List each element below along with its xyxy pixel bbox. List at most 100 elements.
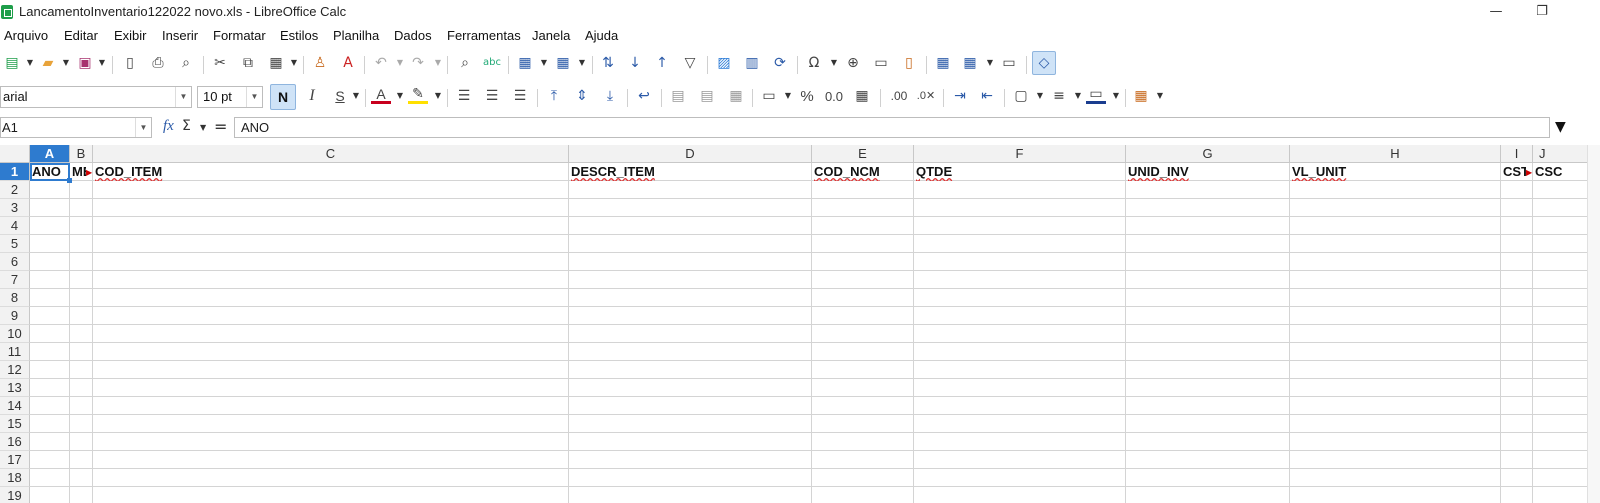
- align-top-icon[interactable]: ⤒: [544, 86, 564, 106]
- borders-dropdown-arrow[interactable]: ▼: [1036, 90, 1044, 102]
- image-icon[interactable]: ▨: [714, 53, 734, 73]
- column-header-c[interactable]: C: [93, 145, 569, 163]
- underline-dropdown-arrow[interactable]: ▼: [352, 90, 360, 102]
- redo-icon[interactable]: ↷: [408, 53, 428, 73]
- row-header-14[interactable]: 14: [0, 397, 30, 415]
- column-header-g[interactable]: G: [1126, 145, 1290, 163]
- cell-f1[interactable]: QTDE: [914, 163, 1126, 181]
- menu-ferramentas[interactable]: Ferramentas: [447, 28, 521, 43]
- minimize-button[interactable]: —: [1476, 2, 1516, 22]
- conditional-format-dropdown-arrow[interactable]: ▼: [1156, 90, 1164, 102]
- autofilter-icon[interactable]: ▽: [680, 53, 700, 73]
- menu-formatar[interactable]: Formatar: [213, 28, 266, 43]
- menu-estilos[interactable]: Estilos: [280, 28, 318, 43]
- border-style-dropdown-arrow[interactable]: ▼: [1074, 90, 1082, 102]
- special-character-dropdown-arrow[interactable]: ▼: [830, 57, 838, 69]
- row-header-7[interactable]: 7: [0, 271, 30, 289]
- row-header-6[interactable]: 6: [0, 253, 30, 271]
- cut-icon[interactable]: ✂: [210, 53, 230, 73]
- cell-e1[interactable]: COD_NCM: [812, 163, 914, 181]
- column-dropdown-arrow[interactable]: ▼: [578, 57, 586, 69]
- save-dropdown-arrow[interactable]: ▼: [98, 57, 106, 69]
- date-format-icon[interactable]: ▦: [852, 86, 872, 106]
- font-color-button[interactable]: A: [371, 86, 391, 104]
- row-header-4[interactable]: 4: [0, 217, 30, 235]
- print-preview-icon[interactable]: ⌕: [176, 53, 196, 73]
- spelling-icon[interactable]: abc: [482, 53, 502, 73]
- row-header-18[interactable]: 18: [0, 469, 30, 487]
- open-dropdown-arrow[interactable]: ▼: [62, 57, 70, 69]
- function-wizard-icon[interactable]: fx: [163, 118, 174, 135]
- add-decimal-button[interactable]: .00: [887, 86, 911, 106]
- menu-ajuda[interactable]: Ajuda: [585, 28, 618, 43]
- font-size-box[interactable]: 10 pt ▼: [197, 86, 263, 108]
- row-header-11[interactable]: 11: [0, 343, 30, 361]
- name-box[interactable]: A1 ▼: [0, 117, 152, 138]
- conditional-format-icon[interactable]: ▦: [1131, 86, 1151, 106]
- split-window-icon[interactable]: ▦: [960, 53, 980, 73]
- row-header-17[interactable]: 17: [0, 451, 30, 469]
- print-icon[interactable]: ⎙: [148, 53, 168, 73]
- center-vertically-icon[interactable]: ⇕: [572, 86, 592, 106]
- paste-icon[interactable]: ▦: [266, 53, 286, 73]
- merge-cells-icon[interactable]: ▤: [697, 86, 717, 106]
- column-header-b[interactable]: B: [70, 145, 93, 163]
- highlight-dropdown-arrow[interactable]: ▼: [434, 90, 442, 102]
- decrease-indent-icon[interactable]: ⇤: [977, 86, 997, 106]
- chevron-down-icon[interactable]: ▼: [135, 118, 151, 137]
- column-header-h[interactable]: H: [1290, 145, 1501, 163]
- menu-dados[interactable]: Dados: [394, 28, 432, 43]
- hyperlink-icon[interactable]: ⊕: [843, 53, 863, 73]
- menu-janela[interactable]: Janela: [532, 28, 570, 43]
- clone-formatting-icon[interactable]: ♙: [310, 53, 330, 73]
- row-header-13[interactable]: 13: [0, 379, 30, 397]
- expand-formula-bar-icon[interactable]: ▼: [1555, 119, 1566, 135]
- border-color-icon[interactable]: ▭: [1086, 86, 1106, 104]
- redo-dropdown-arrow[interactable]: ▼: [434, 57, 442, 69]
- row-header-5[interactable]: 5: [0, 235, 30, 253]
- new-dropdown-arrow[interactable]: ▼: [26, 57, 34, 69]
- row-icon[interactable]: ▦: [515, 53, 535, 73]
- cell-d1[interactable]: DESCR_ITEM: [569, 163, 812, 181]
- special-character-icon[interactable]: Ω: [804, 53, 824, 73]
- cell-j1[interactable]: CSC: [1533, 163, 1587, 181]
- column-header-d[interactable]: D: [569, 145, 812, 163]
- column-icon[interactable]: ▦: [553, 53, 573, 73]
- chevron-down-icon[interactable]: ▼: [175, 87, 191, 107]
- undo-dropdown-arrow[interactable]: ▼: [396, 57, 404, 69]
- formula-input[interactable]: ANO: [234, 117, 1550, 138]
- sum-icon[interactable]: Σ: [182, 118, 191, 134]
- column-header-a[interactable]: A: [30, 145, 70, 163]
- chart-icon[interactable]: ▥: [742, 53, 762, 73]
- row-header-12[interactable]: 12: [0, 361, 30, 379]
- percent-format-button[interactable]: %: [797, 86, 817, 106]
- headers-footers-icon[interactable]: ▯: [899, 53, 919, 73]
- merge-center-icon[interactable]: ▤: [668, 86, 688, 106]
- align-center-icon[interactable]: ☰: [482, 86, 502, 106]
- cell-b1[interactable]: ME: [70, 163, 86, 181]
- freeze-icon[interactable]: ▦: [933, 53, 953, 73]
- align-right-icon[interactable]: ☰: [510, 86, 530, 106]
- font-color-dropdown-arrow[interactable]: ▼: [396, 90, 404, 102]
- comment-icon[interactable]: ▭: [871, 53, 891, 73]
- align-bottom-icon[interactable]: ⤓: [600, 86, 620, 106]
- find-replace-icon[interactable]: ⌕: [455, 53, 475, 73]
- paste-dropdown-arrow[interactable]: ▼: [290, 57, 298, 69]
- row-dropdown-arrow[interactable]: ▼: [540, 57, 548, 69]
- sort-icon[interactable]: ⇅: [598, 53, 618, 73]
- highlight-icon[interactable]: ✎: [408, 86, 428, 104]
- row-header-2[interactable]: 2: [0, 181, 30, 199]
- unmerge-cells-icon[interactable]: ▦: [726, 86, 746, 106]
- row-header-15[interactable]: 15: [0, 415, 30, 433]
- menu-planilha[interactable]: Planilha: [333, 28, 379, 43]
- sort-ascending-icon[interactable]: ↓: [625, 53, 645, 73]
- row-header-19[interactable]: 19: [0, 487, 30, 503]
- italic-button[interactable]: I: [302, 86, 322, 106]
- row-header-10[interactable]: 10: [0, 325, 30, 343]
- headers-icon[interactable]: ▭: [999, 53, 1019, 73]
- wrap-text-icon[interactable]: ↩: [634, 86, 654, 106]
- currency-dropdown-arrow[interactable]: ▼: [784, 90, 792, 102]
- row-header-16[interactable]: 16: [0, 433, 30, 451]
- currency-format-icon[interactable]: ▭: [759, 86, 779, 106]
- border-style-icon[interactable]: ≡: [1049, 86, 1069, 106]
